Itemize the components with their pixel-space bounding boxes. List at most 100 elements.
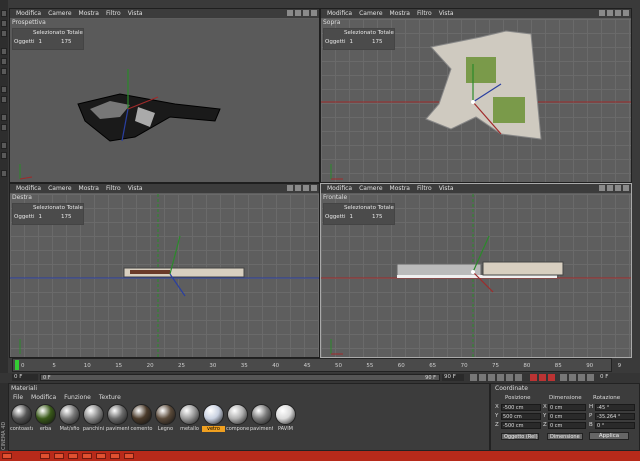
position-field[interactable]: -500 cm <box>501 404 541 411</box>
goto-start-icon[interactable] <box>470 374 477 381</box>
prev-frame-icon[interactable] <box>488 374 495 381</box>
timeline-tick-label: 30 <box>209 363 217 369</box>
tool-button[interactable] <box>1 124 7 131</box>
material-item[interactable]: paviment <box>106 404 129 432</box>
playhead[interactable] <box>15 360 19 370</box>
menu-file[interactable]: File <box>13 394 23 401</box>
material-label: paviment <box>106 426 129 432</box>
menu-modifica[interactable]: Modifica <box>31 394 56 401</box>
param-key-icon[interactable] <box>587 374 594 381</box>
col-position: Posizione <box>505 395 531 401</box>
tool-button[interactable] <box>1 96 7 103</box>
menu-funzione[interactable]: Funzione <box>64 394 91 401</box>
axis-label: X <box>543 404 547 410</box>
end-frame-field[interactable]: 90 F <box>442 374 464 381</box>
apply-button[interactable]: Applica <box>589 432 629 440</box>
material-preview <box>11 404 32 425</box>
play-icon[interactable] <box>497 374 504 381</box>
next-frame-icon[interactable] <box>506 374 513 381</box>
building-wall <box>396 263 482 277</box>
rotate-key-icon[interactable] <box>578 374 585 381</box>
col-dimension: Dimensione <box>549 395 582 401</box>
material-label: compone <box>226 426 249 432</box>
material-item[interactable]: metallo <box>178 404 201 432</box>
record-icon[interactable] <box>530 374 537 381</box>
top-scene <box>321 30 631 180</box>
range-slider[interactable]: 0 F 90 F <box>40 374 440 381</box>
coord-mode-dropdown[interactable]: Oggetto (Rel) <box>501 433 539 440</box>
viewport-perspective[interactable]: Modifica Camere Mostra Filtro Vista Pros… <box>9 8 320 183</box>
taskbar-app-icon[interactable] <box>68 453 78 459</box>
tool-button[interactable] <box>1 68 7 75</box>
dimension-field[interactable]: 0 cm <box>548 413 586 420</box>
app-logo: CINEMA 4D <box>1 421 7 450</box>
origin-point <box>471 100 475 104</box>
material-item[interactable]: cemento <box>130 404 153 432</box>
scale-key-icon[interactable] <box>569 374 576 381</box>
coordinates-panel: Coordinate Posizione Dimensione Rotazion… <box>490 383 640 451</box>
move-key-icon[interactable] <box>560 374 567 381</box>
timeline-tick-label: 35 <box>240 363 248 369</box>
taskbar-app-icon[interactable] <box>110 453 120 459</box>
materials-panel: Materiali File Modifica Funzione Texture… <box>8 383 490 451</box>
materials-title: Materiali <box>11 385 38 392</box>
corner-x-axis <box>19 176 33 180</box>
material-item[interactable]: compone <box>226 404 249 432</box>
material-item[interactable]: erba <box>34 404 57 432</box>
dimension-mode-dropdown[interactable]: Dimensione <box>547 433 583 440</box>
material-preview <box>131 404 152 425</box>
current-frame-field[interactable]: 0 F <box>12 374 38 381</box>
rotation-field[interactable]: -35.264 ° <box>595 413 635 420</box>
tool-button[interactable] <box>1 10 7 17</box>
timeline-tick-label: 45 <box>303 363 311 369</box>
material-label: metallo <box>180 426 199 432</box>
tool-button[interactable] <box>1 142 7 149</box>
position-field[interactable]: -500 cm <box>501 422 541 429</box>
material-item[interactable]: PAVIM <box>274 404 297 432</box>
viewport-front[interactable]: Modifica Camere Mostra Filtro Vista Fron… <box>320 183 632 358</box>
taskbar-app-icon[interactable] <box>96 453 106 459</box>
dimension-field[interactable]: 0 cm <box>548 404 586 411</box>
viewport-top[interactable]: Modifica Camere Mostra Filtro Vista Sopr… <box>320 8 632 183</box>
material-label: Mat/sfio <box>59 426 80 432</box>
material-preview <box>203 404 224 425</box>
taskbar-app-icon[interactable] <box>82 453 92 459</box>
tool-button[interactable] <box>1 48 7 55</box>
timeline-tick-label: 10 <box>83 363 91 369</box>
material-label: Legno <box>157 426 174 432</box>
building-facade <box>482 261 564 276</box>
timeline-tick-label: 85 <box>554 363 562 369</box>
tool-button[interactable] <box>1 86 7 93</box>
taskbar-app-icon[interactable] <box>124 453 134 459</box>
taskbar-app-icon[interactable] <box>54 453 64 459</box>
keyframe-icon[interactable] <box>548 374 555 381</box>
material-item[interactable]: paviment <box>250 404 273 432</box>
material-item[interactable]: Mat/sfio <box>58 404 81 432</box>
timeline-tick-label: 5 <box>52 363 56 369</box>
material-item[interactable]: panchini <box>82 404 105 432</box>
tool-button[interactable] <box>1 152 7 159</box>
start-icon[interactable] <box>2 453 12 459</box>
prev-key-icon[interactable] <box>479 374 486 381</box>
transport-bar: 0 F 0 F 90 F 90 F 0 F <box>0 373 640 383</box>
position-field[interactable]: 500 cm <box>501 413 541 420</box>
timeline-tick-label: 90 <box>586 363 594 369</box>
dimension-field[interactable]: 0 cm <box>548 422 586 429</box>
autokey-icon[interactable] <box>539 374 546 381</box>
tool-button[interactable] <box>1 30 7 37</box>
material-item[interactable]: vetro <box>202 404 225 432</box>
rotation-field[interactable]: -45 ° <box>595 404 635 411</box>
tool-button[interactable] <box>1 58 7 65</box>
viewport-right[interactable]: Modifica Camere Mostra Filtro Vista Dest… <box>9 183 320 358</box>
tool-button[interactable] <box>1 114 7 121</box>
menu-texture[interactable]: Texture <box>99 394 121 401</box>
tool-button[interactable] <box>1 20 7 27</box>
material-item[interactable]: Legno <box>154 404 177 432</box>
tool-button[interactable] <box>1 170 7 177</box>
taskbar-app-icon[interactable] <box>40 453 50 459</box>
goto-end-icon[interactable] <box>515 374 522 381</box>
material-item[interactable]: contoasta <box>10 404 33 432</box>
timeline-ruler[interactable]: 0 5 10 15 20 25 30 35 40 45 50 55 60 65 70 75 80 85 90 9 <box>12 358 621 372</box>
rotation-field[interactable]: 0 ° <box>595 422 635 429</box>
timeline-tick-label: 75 <box>492 363 499 369</box>
